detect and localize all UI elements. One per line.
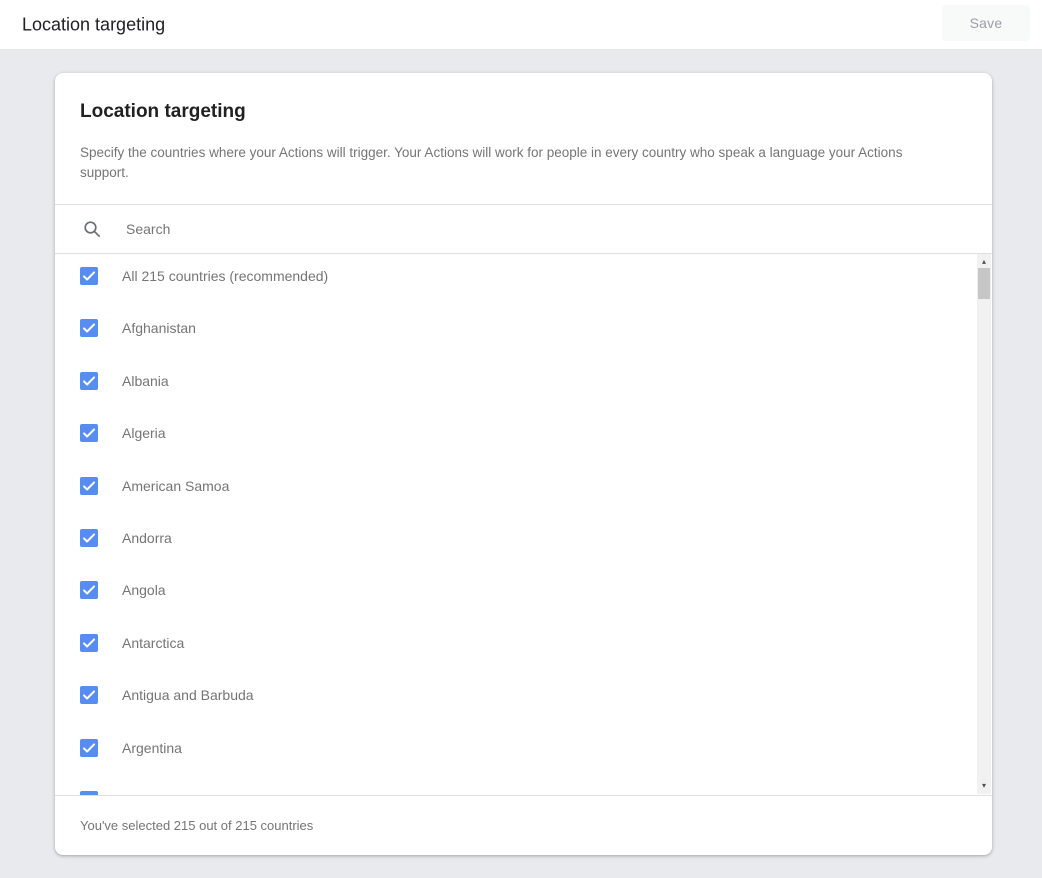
country-label: Algeria bbox=[122, 424, 166, 442]
country-label: Antigua and Barbuda bbox=[122, 686, 254, 704]
checkbox-checked-icon[interactable] bbox=[80, 686, 98, 704]
card-header: Location targeting Specify the countries… bbox=[55, 73, 992, 204]
checkbox-checked-icon[interactable] bbox=[80, 372, 98, 390]
country-rows: All 215 countries (recommended) Afghanist… bbox=[55, 254, 992, 795]
country-label: Antarctica bbox=[122, 634, 184, 652]
location-targeting-card: Location targeting Specify the countries… bbox=[55, 73, 992, 855]
country-row[interactable]: All 215 countries (recommended) bbox=[55, 254, 992, 306]
topbar: Location targeting Save bbox=[0, 0, 1042, 50]
checkbox-checked-icon[interactable] bbox=[80, 739, 98, 757]
country-label: Afghanistan bbox=[122, 319, 196, 337]
card-footer: You've selected 215 out of 215 countries bbox=[55, 795, 992, 855]
country-label: All 215 countries (recommended) bbox=[122, 267, 328, 285]
country-list: All 215 countries (recommended) Afghanist… bbox=[55, 253, 992, 795]
checkbox-checked-icon[interactable] bbox=[80, 581, 98, 599]
country-label: American Samoa bbox=[122, 477, 229, 495]
scrollbar[interactable]: ▴ ▾ bbox=[977, 254, 991, 794]
checkbox-checked-icon[interactable] bbox=[80, 424, 98, 442]
card-description: Specify the countries where your Actions… bbox=[80, 143, 940, 183]
search-input[interactable] bbox=[124, 220, 992, 238]
country-row[interactable]: Andorra bbox=[55, 516, 992, 568]
scroll-up-icon[interactable]: ▴ bbox=[977, 257, 991, 267]
country-label: Albania bbox=[122, 372, 169, 390]
card-title: Location targeting bbox=[80, 101, 940, 123]
country-row[interactable]: Albania bbox=[55, 359, 992, 411]
checkbox-checked-icon[interactable] bbox=[80, 477, 98, 495]
save-button[interactable]: Save bbox=[942, 5, 1030, 41]
scroll-down-icon[interactable]: ▾ bbox=[977, 781, 991, 791]
country-row[interactable]: Algeria bbox=[55, 411, 992, 463]
country-label: Argentina bbox=[122, 739, 182, 757]
country-row[interactable]: Antigua and Barbuda bbox=[55, 673, 992, 725]
checkbox-checked-icon[interactable] bbox=[80, 529, 98, 547]
checkbox-checked-icon[interactable] bbox=[80, 319, 98, 337]
search-bar bbox=[55, 204, 992, 253]
country-label: Angola bbox=[122, 581, 166, 599]
checkbox-checked-icon[interactable] bbox=[80, 791, 98, 795]
country-label: Andorra bbox=[122, 529, 172, 547]
country-row[interactable]: American Samoa bbox=[55, 464, 992, 516]
checkbox-checked-icon[interactable] bbox=[80, 634, 98, 652]
country-row[interactable] bbox=[55, 778, 992, 795]
checkbox-checked-icon[interactable] bbox=[80, 267, 98, 285]
country-row[interactable]: Argentina bbox=[55, 726, 992, 778]
page-title: Location targeting bbox=[22, 14, 165, 35]
country-row[interactable]: Antarctica bbox=[55, 621, 992, 673]
country-row[interactable]: Angola bbox=[55, 568, 992, 620]
search-icon bbox=[83, 220, 101, 238]
country-row[interactable]: Afghanistan bbox=[55, 306, 992, 358]
selection-status: You've selected 215 out of 215 countries bbox=[80, 818, 313, 833]
scrollbar-thumb[interactable] bbox=[978, 268, 990, 299]
